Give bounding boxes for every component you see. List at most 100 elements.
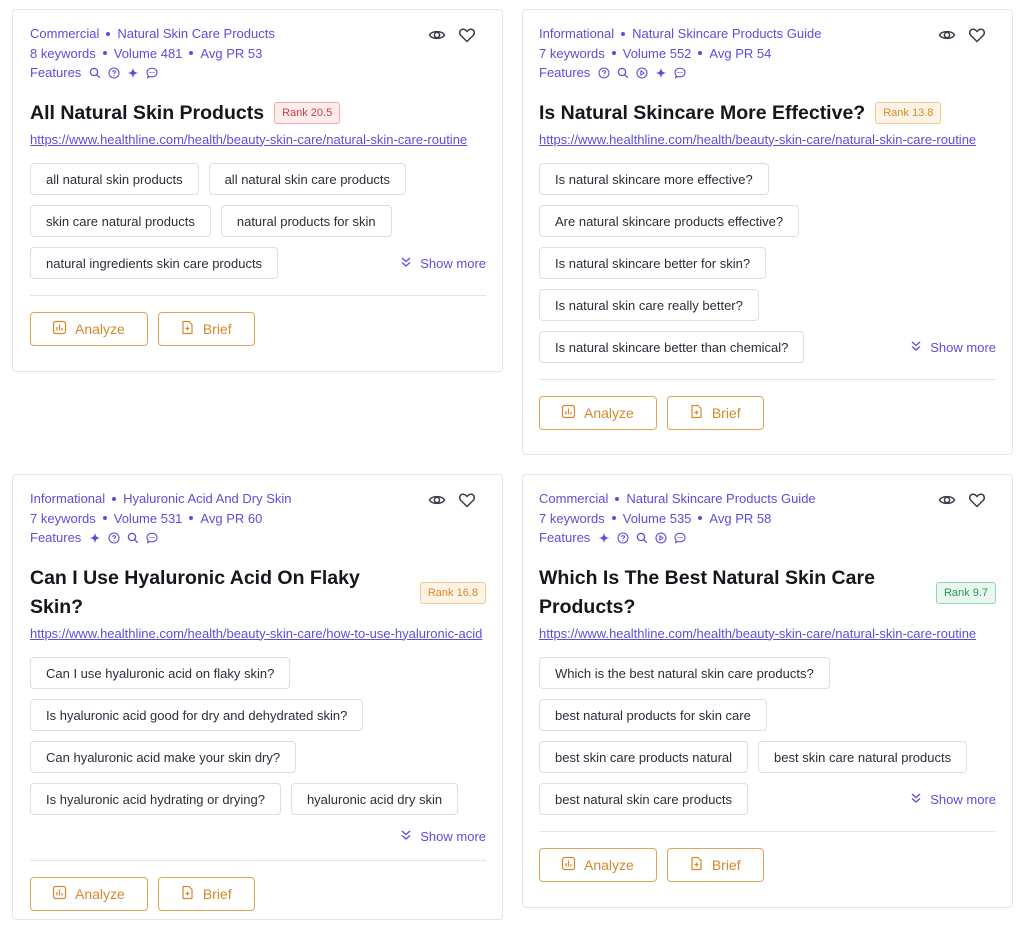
rank-badge: Rank 9.7 — [935, 581, 996, 604]
card-title: Which Is The Best Natural Skin Care Prod… — [539, 566, 875, 618]
chat-icon — [146, 67, 158, 79]
keyword-chip[interactable]: best natural skin care products — [539, 783, 749, 815]
source-url-link[interactable]: https://www.healthline.com/health/beauty… — [539, 624, 996, 644]
card-title: All Natural Skin Products — [30, 101, 265, 124]
analyze-label: Analyze — [75, 321, 125, 337]
topic-label[interactable]: Hyaluronic Acid And Dry Skin — [123, 491, 291, 506]
analyze-label: Analyze — [584, 405, 634, 421]
question-icon — [617, 532, 629, 544]
volume-value: Volume 531 — [113, 510, 183, 526]
heart-icon[interactable] — [968, 26, 986, 44]
keyword-chip[interactable]: all natural skin products — [30, 163, 199, 195]
keyword-chip[interactable]: Can hyaluronic acid make your skin dry? — [30, 741, 297, 773]
sparkle-icon — [127, 67, 139, 79]
avg-pr-value: Avg PR 60 — [200, 510, 263, 526]
keyword-chips: all natural skin products all natural sk… — [30, 163, 486, 279]
keyword-chip[interactable]: Is hyaluronic acid good for dry and dehy… — [30, 699, 364, 731]
keyword-chip[interactable]: Which is the best natural skin care prod… — [539, 657, 830, 689]
keywords-count: 7 keywords — [30, 510, 96, 526]
analyze-button[interactable]: Analyze — [30, 877, 148, 911]
source-url-link[interactable]: https://www.healthline.com/health/beauty… — [30, 624, 486, 644]
card-meta-line-2: 7 keywords Volume 535 Avg PR 58 — [539, 509, 996, 529]
rank-badge: Rank 16.8 — [419, 581, 486, 604]
heart-icon[interactable] — [458, 26, 476, 44]
keyword-chip[interactable]: Is natural skincare more effective? — [539, 163, 769, 195]
question-icon — [598, 67, 610, 79]
source-url-link[interactable]: https://www.healthline.com/health/beauty… — [30, 130, 486, 150]
show-more-button[interactable]: Show more — [400, 256, 486, 271]
avg-pr-value: Avg PR 58 — [709, 510, 772, 526]
play-icon — [655, 532, 667, 544]
eye-icon[interactable] — [938, 491, 956, 509]
card-meta-line-1: Commercial Natural Skincare Products Guid… — [539, 489, 996, 509]
volume-value: Volume 535 — [622, 510, 692, 526]
search-icon — [89, 67, 101, 79]
keyword-chip[interactable]: best skin care natural products — [758, 741, 968, 773]
document-plus-icon — [180, 885, 195, 903]
brief-button[interactable]: Brief — [157, 312, 255, 346]
document-plus-icon — [689, 404, 704, 422]
keyword-chip[interactable]: Is natural skin care really better? — [539, 289, 759, 321]
keyword-chip[interactable]: Is natural skincare better for skin? — [539, 247, 767, 279]
heart-icon[interactable] — [968, 491, 986, 509]
eye-icon[interactable] — [938, 26, 956, 44]
keyword-chip[interactable]: best skin care products natural — [539, 741, 749, 773]
topic-card: Informational Natural Skincare Products G… — [522, 9, 1013, 455]
keyword-chip[interactable]: best natural products for skin care — [539, 699, 767, 731]
rank-badge: Rank 13.8 — [875, 102, 942, 124]
chat-icon — [674, 67, 686, 79]
show-more-button[interactable]: Show more — [400, 829, 486, 844]
topic-card: Commercial Natural Skincare Products Guid… — [522, 474, 1013, 908]
show-more-label: Show more — [930, 339, 996, 355]
intent-label[interactable]: Commercial — [30, 26, 99, 41]
eye-icon[interactable] — [428, 26, 446, 44]
keyword-chip[interactable]: natural products for skin — [220, 205, 392, 237]
brief-label: Brief — [202, 321, 232, 337]
brief-label: Brief — [711, 857, 741, 873]
show-more-button[interactable]: Show more — [910, 340, 996, 355]
eye-icon[interactable] — [428, 491, 446, 509]
intent-label[interactable]: Informational — [30, 491, 105, 506]
topic-label[interactable]: Natural Skincare Products Guide — [626, 491, 815, 506]
show-more-label: Show more — [930, 791, 996, 807]
heart-icon[interactable] — [458, 491, 476, 509]
show-more-button[interactable]: Show more — [910, 792, 996, 807]
play-icon — [636, 67, 648, 79]
topic-card: Commercial Natural Skin Care Products 8 k… — [12, 9, 503, 372]
source-url-link[interactable]: https://www.healthline.com/health/beauty… — [539, 130, 996, 150]
keyword-chip[interactable]: hyaluronic acid dry skin — [290, 783, 459, 815]
keyword-chip[interactable]: Is hyaluronic acid hydrating or drying? — [30, 783, 281, 815]
double-chevron-down-icon — [910, 792, 922, 807]
intent-label[interactable]: Commercial — [539, 491, 608, 506]
analyze-button[interactable]: Analyze — [539, 848, 657, 882]
brief-button[interactable]: Brief — [666, 396, 764, 430]
keyword-chip[interactable]: all natural skin care products — [208, 163, 407, 195]
brief-button[interactable]: Brief — [157, 877, 255, 911]
keyword-chip[interactable]: Is natural skincare better than chemical… — [539, 331, 805, 363]
brief-label: Brief — [202, 886, 232, 902]
analyze-button[interactable]: Analyze — [30, 312, 148, 346]
document-plus-icon — [689, 856, 704, 874]
keyword-chip[interactable]: Can I use hyaluronic acid on flaky skin? — [30, 657, 291, 689]
brief-button[interactable]: Brief — [666, 848, 764, 882]
keyword-chip[interactable]: skin care natural products — [30, 205, 211, 237]
question-icon — [108, 532, 120, 544]
divider — [539, 379, 996, 380]
search-icon — [636, 532, 648, 544]
keyword-chips: Which is the best natural skin care prod… — [539, 657, 996, 815]
intent-label[interactable]: Informational — [539, 26, 614, 41]
chat-icon — [146, 532, 158, 544]
keyword-chip[interactable]: natural ingredients skin care products — [30, 247, 279, 279]
keyword-chip[interactable]: Are natural skincare products effective? — [539, 205, 800, 237]
chat-icon — [674, 532, 686, 544]
chart-icon — [561, 404, 576, 422]
double-chevron-down-icon — [910, 340, 922, 355]
keyword-chips: Is natural skincare more effective? Are … — [539, 163, 996, 363]
chart-icon — [52, 320, 67, 338]
analyze-button[interactable]: Analyze — [539, 396, 657, 430]
topic-label[interactable]: Natural Skincare Products Guide — [632, 26, 821, 41]
brief-label: Brief — [711, 405, 741, 421]
topic-label[interactable]: Natural Skin Care Products — [117, 26, 275, 41]
topic-card: Informational Hyaluronic Acid And Dry Ski… — [12, 474, 503, 920]
divider — [30, 860, 486, 861]
